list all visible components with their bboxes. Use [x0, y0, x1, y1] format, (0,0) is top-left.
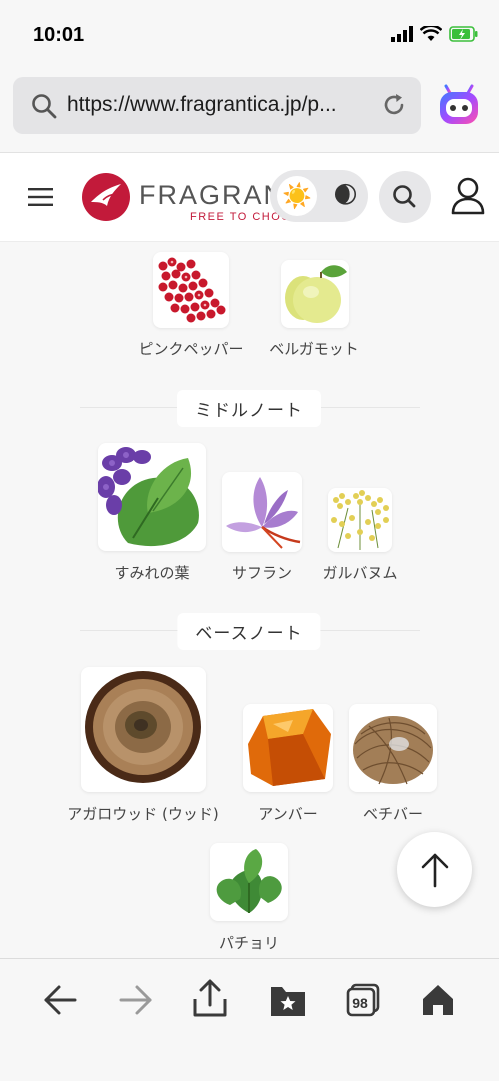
- back-arrow-icon[interactable]: [43, 983, 77, 1017]
- reload-icon[interactable]: [381, 92, 407, 118]
- vetiver-icon: [353, 716, 433, 785]
- search-icon: [393, 185, 416, 208]
- status-bar: 10:01: [0, 0, 499, 68]
- user-account-icon[interactable]: [450, 176, 486, 216]
- note-card-vetiver[interactable]: [349, 704, 437, 792]
- patchouli-icon: [216, 849, 282, 913]
- signal-icon: [391, 26, 413, 42]
- note-label: すみれの葉: [114, 564, 190, 582]
- note-card-violet-leaf[interactable]: [98, 443, 206, 551]
- wifi-icon: [420, 26, 442, 41]
- amber-icon: [248, 709, 331, 786]
- tabs-button[interactable]: 98: [346, 983, 380, 1017]
- bergamot-icon: [285, 265, 347, 323]
- bookmarks-icon[interactable]: [270, 985, 306, 1017]
- note-card-saffron[interactable]: [222, 472, 302, 552]
- note-label: パチョリ: [218, 934, 280, 952]
- middle-notes-title: ミドルノート: [177, 390, 321, 427]
- note-label: サフラン: [231, 564, 293, 582]
- note-card-galbanum[interactable]: [328, 488, 392, 552]
- saffron-icon: [226, 477, 301, 549]
- note-label: ベチバー: [362, 805, 424, 823]
- pink-pepper-icon: [158, 257, 226, 323]
- hamburger-menu-icon[interactable]: [28, 187, 54, 207]
- note-label: ピンクペッパー: [138, 340, 244, 358]
- tab-count: 98: [352, 995, 368, 1011]
- battery-icon: [449, 26, 478, 42]
- note-label: ガルバヌム: [322, 564, 398, 582]
- browser-chrome: https://www.fragrantica.jp/p...: [0, 68, 499, 153]
- agarwood-icon: [85, 671, 201, 783]
- theme-toggle[interactable]: ☀️ 🌒: [270, 170, 368, 222]
- home-icon[interactable]: [421, 983, 455, 1017]
- assistant-bot-icon[interactable]: [438, 84, 480, 126]
- share-icon[interactable]: [193, 979, 227, 1017]
- base-notes-title: ベースノート: [177, 613, 321, 650]
- sun-icon: ☀️: [277, 176, 317, 216]
- note-label: アンバー: [258, 805, 318, 823]
- note-card-pink-pepper[interactable]: [153, 252, 229, 328]
- violet-leaf-icon: [98, 447, 199, 547]
- arrow-up-icon: [421, 853, 448, 887]
- note-label: ベルガモット: [269, 340, 359, 358]
- browser-toolbar: 98: [0, 958, 499, 1081]
- note-label: アガロウッド (ウッド): [67, 805, 219, 823]
- url-text[interactable]: https://www.fragrantica.jp/p...: [67, 93, 373, 117]
- fragrantica-logo-icon[interactable]: [81, 172, 131, 222]
- search-icon: [32, 94, 57, 119]
- address-bar[interactable]: https://www.fragrantica.jp/p...: [13, 77, 421, 134]
- galbanum-icon: [331, 490, 389, 550]
- note-card-patchouli[interactable]: [210, 843, 288, 921]
- status-time: 10:01: [33, 24, 85, 46]
- forward-arrow-icon[interactable]: [119, 983, 153, 1017]
- note-card-amber[interactable]: [243, 704, 333, 792]
- moon-icon: 🌒: [332, 181, 358, 209]
- scroll-to-top-button[interactable]: [397, 832, 472, 907]
- logo-text[interactable]: FRAGRAN: [139, 180, 285, 211]
- site-search-button[interactable]: [379, 171, 431, 223]
- status-icons: [391, 26, 479, 42]
- note-card-bergamot[interactable]: [281, 260, 349, 328]
- note-card-agarwood[interactable]: [81, 667, 206, 792]
